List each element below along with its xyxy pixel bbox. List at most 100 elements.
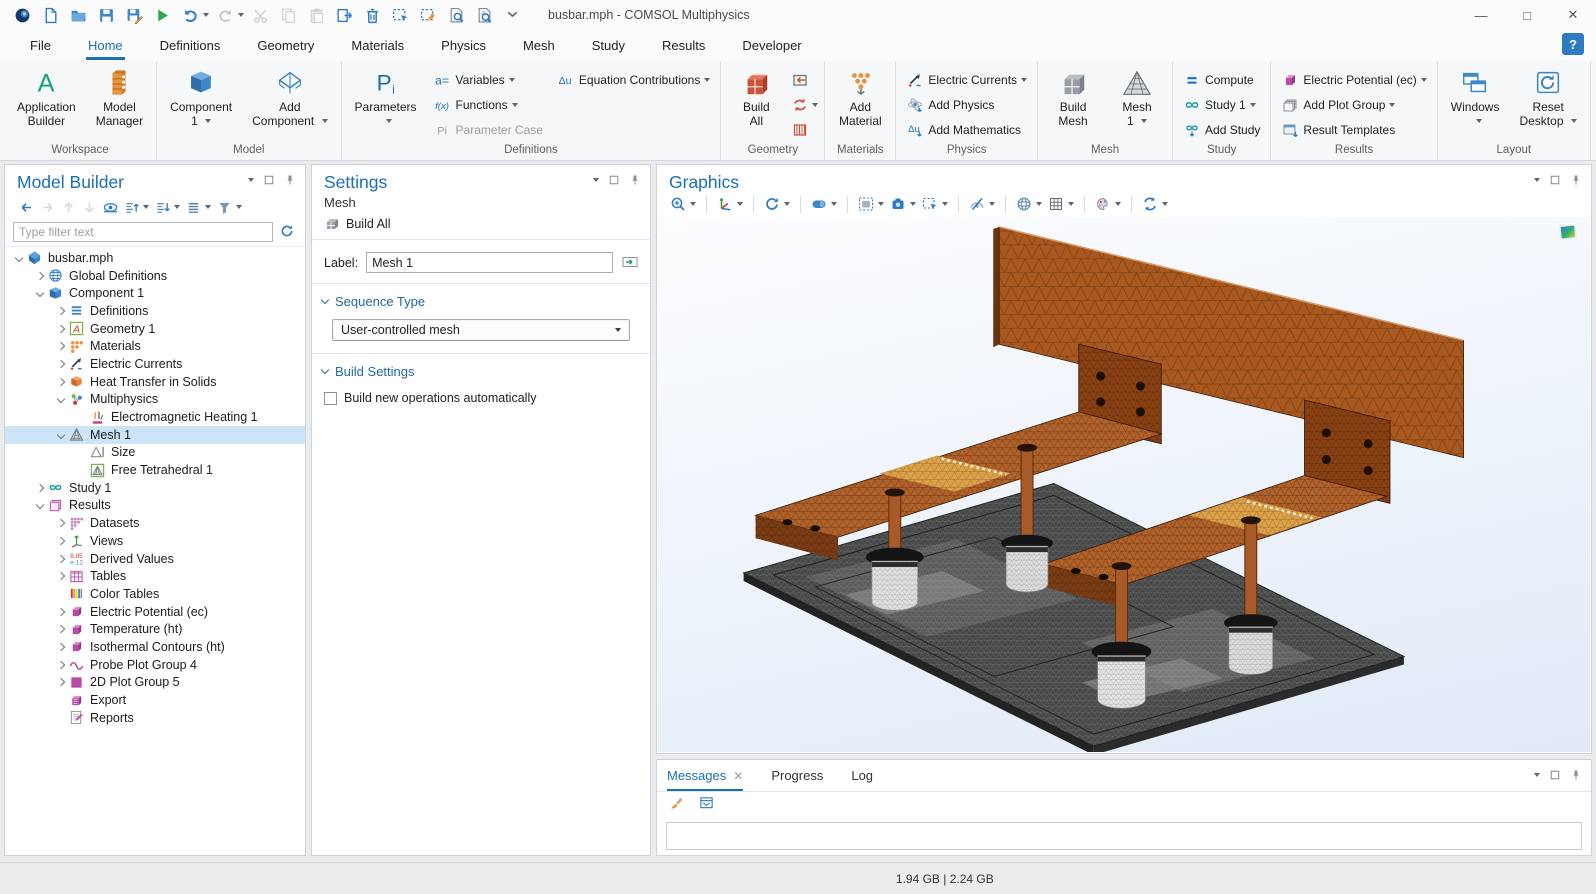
- virtual-operations-button[interactable]: [791, 117, 818, 142]
- close-button[interactable]: ✕: [1550, 0, 1596, 30]
- default-view-icon[interactable]: [1559, 223, 1578, 242]
- menu-tab-physics[interactable]: Physics: [439, 32, 488, 59]
- minimize-button[interactable]: —: [1458, 0, 1504, 30]
- tree-expander[interactable]: [53, 308, 69, 314]
- menu-tab-definitions[interactable]: Definitions: [158, 32, 223, 59]
- panel-menu-icon[interactable]: [1534, 773, 1540, 777]
- electric-potential-ec-button[interactable]: Electric Potential (ec): [1281, 67, 1426, 92]
- build-mesh-button[interactable]: BuildMesh: [1042, 64, 1104, 131]
- windows-button[interactable]: Windows: [1442, 64, 1509, 131]
- color-theme-button[interactable]: [1092, 196, 1124, 212]
- tree-item-views[interactable]: Views: [5, 532, 305, 550]
- close-tab-icon[interactable]: ✕: [733, 769, 743, 783]
- tree-expander[interactable]: [53, 556, 69, 562]
- panel-menu-icon[interactable]: [593, 178, 599, 182]
- rotate-view-button[interactable]: [761, 196, 793, 212]
- build-all-button[interactable]: Build All: [324, 216, 390, 232]
- tree-item-geometry-1[interactable]: AGeometry 1: [5, 320, 305, 338]
- update-view-button[interactable]: [1139, 196, 1171, 212]
- tree-expander[interactable]: [53, 343, 69, 349]
- tree-item-materials[interactable]: Materials: [5, 337, 305, 355]
- pin-panel-icon[interactable]: [1570, 174, 1582, 186]
- image-snapshot-button[interactable]: [855, 196, 887, 212]
- tree-expander[interactable]: [53, 432, 69, 438]
- tree-expander[interactable]: [53, 326, 69, 332]
- tree-item-heat-transfer-in-solids[interactable]: Heat Transfer in Solids: [5, 373, 305, 391]
- expand-collapse-button[interactable]: [122, 197, 151, 217]
- tree-expander[interactable]: [53, 644, 69, 650]
- reset-desktop-button[interactable]: ResetDesktop: [1510, 64, 1585, 131]
- new-file-button[interactable]: [38, 3, 62, 27]
- insert-sequence-button[interactable]: [791, 67, 818, 92]
- tab-log[interactable]: Log: [851, 760, 873, 791]
- add-study-button[interactable]: Add Study: [1183, 117, 1260, 142]
- tree-expander[interactable]: [53, 573, 69, 579]
- study-1-button[interactable]: Study 1: [1183, 92, 1260, 117]
- tree-item-results[interactable]: Results: [5, 497, 305, 515]
- model-manager-button[interactable]: ModelManager: [87, 64, 152, 131]
- run-button[interactable]: [150, 3, 174, 27]
- mesh-1-button[interactable]: Mesh1: [1106, 64, 1168, 131]
- tree-expander[interactable]: [32, 290, 48, 296]
- scene-light-button[interactable]: [1013, 196, 1045, 212]
- show-button[interactable]: [101, 197, 120, 217]
- panel-menu-icon[interactable]: [248, 178, 254, 182]
- model-tree-nodes-button[interactable]: [184, 197, 213, 217]
- rename-icon[interactable]: [621, 253, 640, 272]
- tree-expander[interactable]: [11, 255, 27, 261]
- filter-view-button[interactable]: [215, 197, 244, 217]
- tab-progress[interactable]: Progress: [771, 760, 823, 791]
- tree-expander[interactable]: [53, 361, 69, 367]
- tree-item-definitions[interactable]: Definitions: [5, 302, 305, 320]
- maximize-panel-icon[interactable]: [263, 174, 275, 186]
- find-button[interactable]: [444, 3, 468, 27]
- menu-tab-materials[interactable]: Materials: [349, 32, 406, 59]
- add-physics-button[interactable]: Add Physics: [906, 92, 1027, 117]
- tree-item-global-definitions[interactable]: Global Definitions: [5, 267, 305, 285]
- tree-item-color-tables[interactable]: Color Tables: [5, 585, 305, 603]
- go-to-view-button[interactable]: [714, 196, 746, 212]
- electric-currents-button[interactable]: Electric Currents: [906, 67, 1027, 92]
- tree-item-electromagnetic-heating-1[interactable]: Electromagnetic Heating 1: [5, 408, 305, 426]
- tree-item-probe-plot-group-4[interactable]: Probe Plot Group 4: [5, 656, 305, 674]
- tree-expander[interactable]: [53, 520, 69, 526]
- undo-dropdown-icon[interactable]: [203, 13, 209, 17]
- redo-dropdown-icon[interactable]: [238, 13, 244, 17]
- alphabetical-order-button[interactable]: [153, 197, 182, 217]
- copy-as-image-button[interactable]: [388, 3, 412, 27]
- tree-expander[interactable]: [32, 502, 48, 508]
- duplicate-button[interactable]: [332, 3, 356, 27]
- compute-button[interactable]: Compute: [1183, 67, 1260, 92]
- build-settings-section-header[interactable]: Build Settings: [312, 354, 650, 383]
- menu-tab-study[interactable]: Study: [590, 32, 627, 59]
- view-3d-button[interactable]: [808, 196, 840, 212]
- build-all-button[interactable]: BuildAll: [725, 64, 787, 131]
- tree-item-electric-currents[interactable]: Electric Currents: [5, 355, 305, 373]
- tree-item-derived-values[interactable]: 8.85e-12Derived Values: [5, 550, 305, 568]
- menu-tab-developer[interactable]: Developer: [740, 32, 803, 59]
- sequence-type-select[interactable]: User-controlled mesh: [332, 319, 630, 341]
- help-button[interactable]: ?: [1562, 33, 1584, 55]
- tree-expander[interactable]: [53, 379, 69, 385]
- pin-panel-icon[interactable]: [1570, 769, 1582, 781]
- parameters-button[interactable]: PiParameters: [346, 64, 426, 131]
- back-button[interactable]: [17, 197, 36, 217]
- clear-selection-button[interactable]: [416, 3, 440, 27]
- filter-input[interactable]: [13, 222, 273, 242]
- tree-item-tables[interactable]: Tables: [5, 567, 305, 585]
- messages-output[interactable]: [666, 822, 1582, 850]
- undo-button[interactable]: [178, 3, 202, 27]
- pin-panel-icon[interactable]: [629, 174, 641, 186]
- zoom-button[interactable]: [667, 196, 699, 212]
- tree-expander[interactable]: [53, 662, 69, 668]
- menu-tab-geometry[interactable]: Geometry: [255, 32, 316, 59]
- delete-button[interactable]: [360, 3, 384, 27]
- open-file-button[interactable]: [66, 3, 90, 27]
- tree-item-component-1[interactable]: Component 1: [5, 284, 305, 302]
- tree-item-export[interactable]: Export: [5, 691, 305, 709]
- tree-expander[interactable]: [53, 609, 69, 615]
- tab-messages[interactable]: Messages✕: [667, 760, 743, 791]
- print-button[interactable]: [887, 196, 919, 212]
- tree-item-2d-plot-group-5[interactable]: 2D Plot Group 5: [5, 674, 305, 692]
- tree-item-temperature-ht[interactable]: Temperature (ht): [5, 620, 305, 638]
